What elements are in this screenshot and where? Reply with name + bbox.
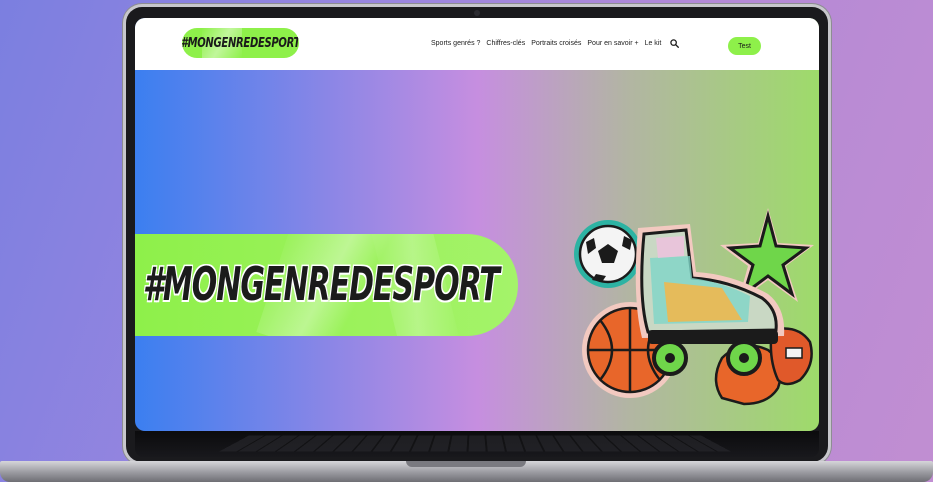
search-icon[interactable]: [670, 39, 680, 48]
soccer-ball-icon: [574, 220, 642, 288]
site-header: #MONGENREDESPORT Sports genrés ? Chiffre…: [135, 18, 819, 70]
nav-item-chiffres-cles[interactable]: Chiffres-clés: [486, 40, 525, 47]
website-screen: #MONGENREDESPORT Sports genrés ? Chiffre…: [135, 18, 819, 431]
nav-item-pour-en-savoir[interactable]: Pour en savoir +: [587, 40, 638, 47]
hero-banner: #MONGENREDESPORT: [135, 234, 518, 336]
keyboard-reflection: [135, 431, 819, 457]
main-nav: Sports genrés ? Chiffres-clés Portraits …: [431, 39, 680, 48]
site-logo[interactable]: #MONGENREDESPORT: [182, 28, 299, 58]
laptop-notch: [406, 461, 526, 467]
nav-item-sports-genres[interactable]: Sports genrés ?: [431, 40, 480, 47]
hero-title: #MONGENREDESPORT: [143, 257, 500, 313]
laptop-lid: #MONGENREDESPORT Sports genrés ? Chiffre…: [126, 7, 828, 462]
keyboard-keys: [218, 435, 732, 452]
nav-item-portraits-croises[interactable]: Portraits croisés: [531, 40, 581, 47]
logo-text: #MONGENREDESPORT: [182, 35, 299, 51]
nav-item-le-kit[interactable]: Le kit: [645, 40, 662, 47]
test-button[interactable]: Test: [728, 37, 761, 55]
sport-stickers: [574, 208, 814, 406]
webcam: [474, 10, 480, 16]
